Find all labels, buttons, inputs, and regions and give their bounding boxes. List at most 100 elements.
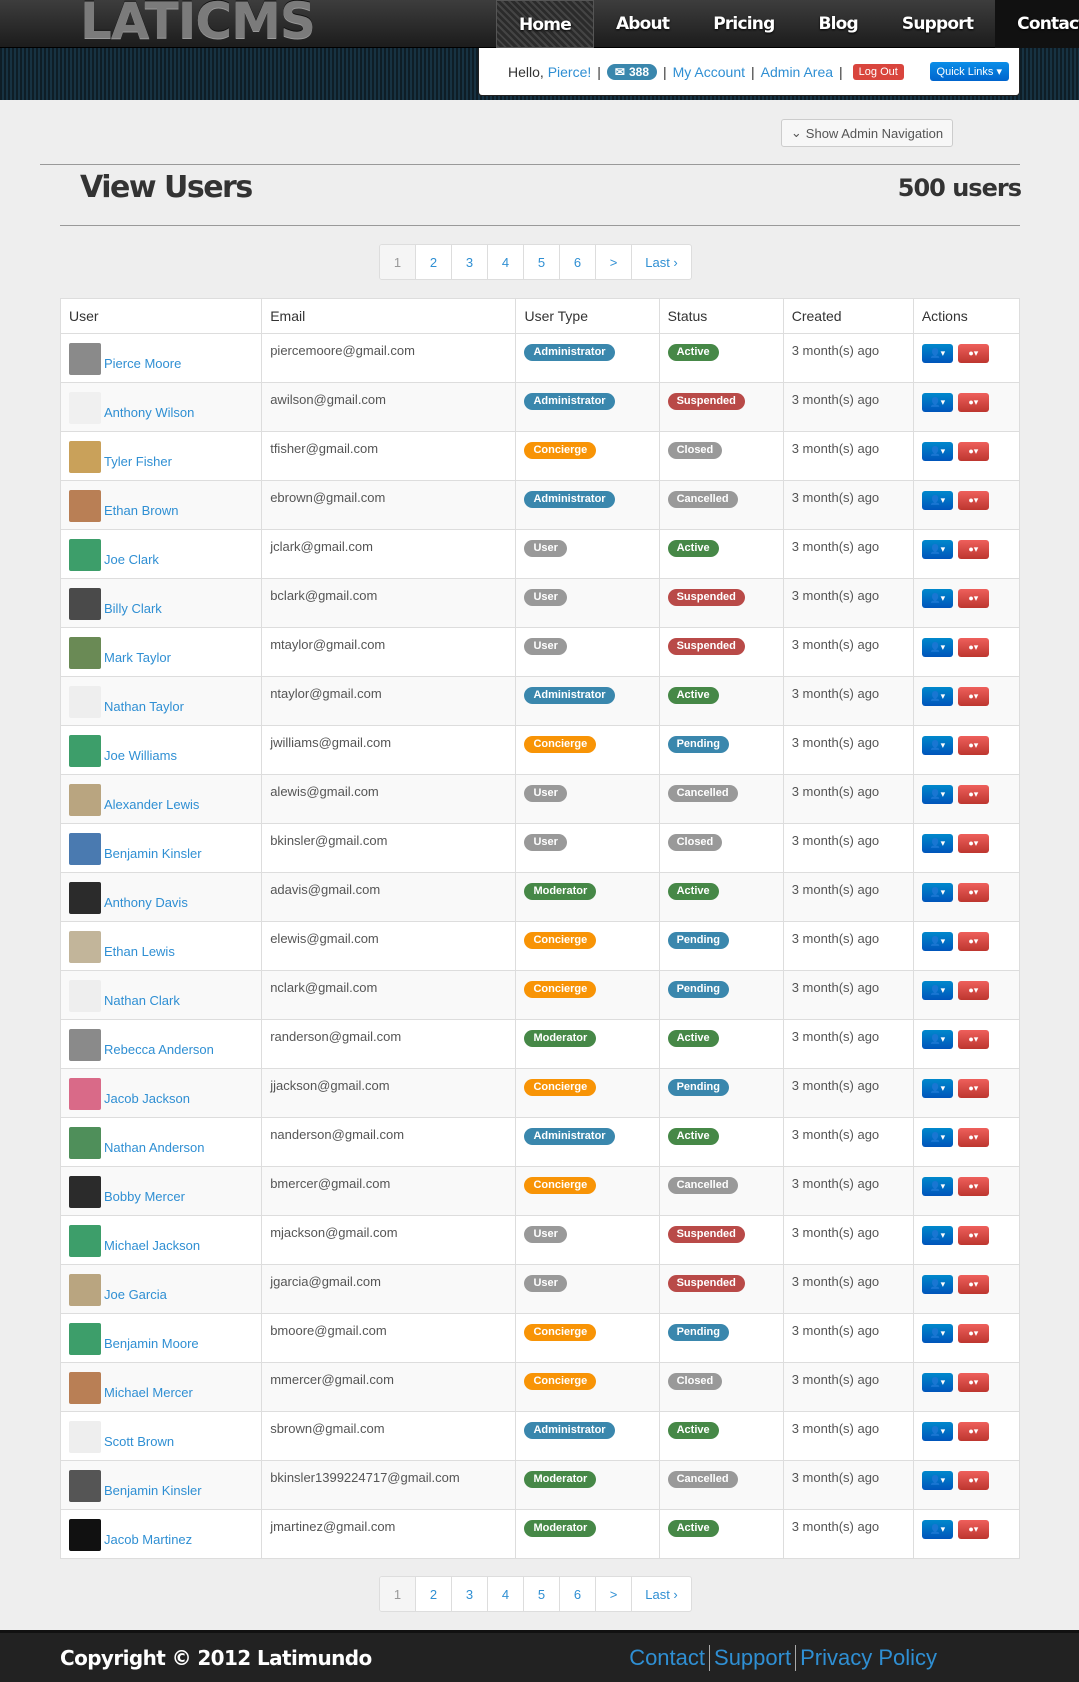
user-actions-dropdown-button[interactable]: 👤▾	[921, 981, 953, 1000]
nav-home[interactable]: Home	[496, 0, 594, 48]
footer-link-contact[interactable]: Contact	[625, 1645, 709, 1671]
my-account-link[interactable]: My Account	[673, 64, 745, 80]
user-actions-dropdown-button[interactable]: 👤▾	[921, 1422, 953, 1441]
delete-actions-dropdown-button[interactable]: ●▾	[957, 1275, 989, 1294]
user-actions-dropdown-button[interactable]: 👤▾	[921, 785, 953, 804]
user-actions-dropdown-button[interactable]: 👤▾	[921, 638, 953, 657]
user-actions-dropdown-button[interactable]: 👤▾	[921, 1275, 953, 1294]
delete-actions-dropdown-button[interactable]: ●▾	[957, 1079, 989, 1098]
column-header-user-type[interactable]: User Type	[515, 298, 660, 334]
user-actions-dropdown-button[interactable]: 👤▾	[921, 736, 953, 755]
user-name-link[interactable]: Bobby Mercer	[104, 1189, 185, 1204]
user-actions-dropdown-button[interactable]: 👤▾	[921, 1226, 953, 1245]
nav-about[interactable]: About	[594, 0, 691, 48]
next-page-button[interactable]: >	[596, 1577, 632, 1611]
page-button[interactable]: 6	[560, 1577, 596, 1611]
user-name-link[interactable]: Joe Williams	[104, 748, 177, 763]
user-name-link[interactable]: Benjamin Moore	[104, 1336, 199, 1351]
user-actions-dropdown-button[interactable]: 👤▾	[921, 589, 953, 608]
delete-actions-dropdown-button[interactable]: ●▾	[957, 1373, 989, 1392]
user-name-link[interactable]: Tyler Fisher	[104, 454, 172, 469]
user-actions-dropdown-button[interactable]: 👤▾	[921, 1471, 953, 1490]
delete-actions-dropdown-button[interactable]: ●▾	[957, 442, 989, 461]
page-button[interactable]: 5	[524, 245, 560, 279]
user-name-link[interactable]: Jacob Martinez	[104, 1532, 192, 1547]
column-header-email[interactable]: Email	[261, 298, 517, 334]
site-logo[interactable]: LATICMS	[80, 0, 316, 50]
user-name-link[interactable]: Mark Taylor	[104, 650, 171, 665]
footer-link-privacy-policy[interactable]: Privacy Policy	[795, 1644, 941, 1671]
delete-actions-dropdown-button[interactable]: ●▾	[957, 344, 989, 363]
page-button[interactable]: 5	[524, 1577, 560, 1611]
nav-blog[interactable]: Blog	[796, 0, 879, 48]
delete-actions-dropdown-button[interactable]: ●▾	[957, 1471, 989, 1490]
user-name-link[interactable]: Jacob Jackson	[104, 1091, 190, 1106]
delete-actions-dropdown-button[interactable]: ●▾	[957, 491, 989, 510]
user-name-link[interactable]: Scott Brown	[104, 1434, 174, 1449]
delete-actions-dropdown-button[interactable]: ●▾	[957, 785, 989, 804]
user-name-link[interactable]: Michael Mercer	[104, 1385, 193, 1400]
logout-button[interactable]: Log Out	[852, 63, 904, 80]
delete-actions-dropdown-button[interactable]: ●▾	[957, 1520, 989, 1539]
user-name-link[interactable]: Anthony Wilson	[104, 405, 194, 420]
delete-actions-dropdown-button[interactable]: ●▾	[957, 540, 989, 559]
user-actions-dropdown-button[interactable]: 👤▾	[921, 932, 953, 951]
user-actions-dropdown-button[interactable]: 👤▾	[921, 1128, 953, 1147]
delete-actions-dropdown-button[interactable]: ●▾	[957, 1128, 989, 1147]
user-actions-dropdown-button[interactable]: 👤▾	[921, 1520, 953, 1539]
delete-actions-dropdown-button[interactable]: ●▾	[957, 1422, 989, 1441]
delete-actions-dropdown-button[interactable]: ●▾	[957, 589, 989, 608]
footer-link-support[interactable]: Support	[709, 1644, 795, 1671]
user-name-link[interactable]: Anthony Davis	[104, 895, 188, 910]
nav-contact[interactable]: Contact	[995, 0, 1079, 48]
last-page-button[interactable]: Last ›	[632, 245, 691, 279]
show-admin-navigation-button[interactable]: ⌄ Show Admin Navigation	[781, 119, 953, 147]
user-actions-dropdown-button[interactable]: 👤▾	[921, 1177, 953, 1196]
user-actions-dropdown-button[interactable]: 👤▾	[921, 883, 953, 902]
user-name-link[interactable]: Ethan Lewis	[104, 944, 175, 959]
user-actions-dropdown-button[interactable]: 👤▾	[921, 442, 953, 461]
user-name-link[interactable]: Ethan Brown	[104, 503, 178, 518]
next-page-button[interactable]: >	[596, 245, 632, 279]
nav-pricing[interactable]: Pricing	[691, 0, 796, 48]
user-actions-dropdown-button[interactable]: 👤▾	[921, 344, 953, 363]
page-button[interactable]: 6	[560, 245, 596, 279]
column-header-status[interactable]: Status	[659, 298, 784, 334]
column-header-created[interactable]: Created	[783, 298, 914, 334]
user-name-link[interactable]: Billy Clark	[104, 601, 162, 616]
messages-badge[interactable]: ✉ 388	[606, 63, 657, 80]
page-button[interactable]: 2	[416, 1577, 452, 1611]
user-name-link[interactable]: Rebecca Anderson	[104, 1042, 214, 1057]
delete-actions-dropdown-button[interactable]: ●▾	[957, 638, 989, 657]
last-page-button[interactable]: Last ›	[632, 1577, 691, 1611]
nav-support[interactable]: Support	[880, 0, 995, 48]
page-button[interactable]: 1	[380, 1577, 416, 1611]
admin-area-link[interactable]: Admin Area	[761, 64, 833, 80]
column-header-user[interactable]: User	[60, 298, 263, 334]
user-actions-dropdown-button[interactable]: 👤▾	[921, 540, 953, 559]
user-name-link[interactable]: Alexander Lewis	[104, 797, 199, 812]
page-button[interactable]: 1	[380, 245, 416, 279]
user-actions-dropdown-button[interactable]: 👤▾	[921, 1030, 953, 1049]
delete-actions-dropdown-button[interactable]: ●▾	[957, 1177, 989, 1196]
page-button[interactable]: 4	[488, 245, 524, 279]
user-actions-dropdown-button[interactable]: 👤▾	[921, 393, 953, 412]
delete-actions-dropdown-button[interactable]: ●▾	[957, 1226, 989, 1245]
user-actions-dropdown-button[interactable]: 👤▾	[921, 1324, 953, 1343]
user-actions-dropdown-button[interactable]: 👤▾	[921, 834, 953, 853]
user-actions-dropdown-button[interactable]: 👤▾	[921, 1373, 953, 1392]
user-actions-dropdown-button[interactable]: 👤▾	[921, 1079, 953, 1098]
page-button[interactable]: 4	[488, 1577, 524, 1611]
delete-actions-dropdown-button[interactable]: ●▾	[957, 1324, 989, 1343]
delete-actions-dropdown-button[interactable]: ●▾	[957, 883, 989, 902]
user-name-link[interactable]: Joe Garcia	[104, 1287, 167, 1302]
user-name-link[interactable]: Nathan Taylor	[104, 699, 184, 714]
delete-actions-dropdown-button[interactable]: ●▾	[957, 1030, 989, 1049]
user-actions-dropdown-button[interactable]: 👤▾	[921, 687, 953, 706]
user-actions-dropdown-button[interactable]: 👤▾	[921, 491, 953, 510]
page-button[interactable]: 3	[452, 245, 488, 279]
delete-actions-dropdown-button[interactable]: ●▾	[957, 687, 989, 706]
user-name-link[interactable]: Joe Clark	[104, 552, 159, 567]
user-name-link[interactable]: Pierce Moore	[104, 356, 181, 371]
quick-links-button[interactable]: Quick Links ▾	[929, 62, 1009, 81]
